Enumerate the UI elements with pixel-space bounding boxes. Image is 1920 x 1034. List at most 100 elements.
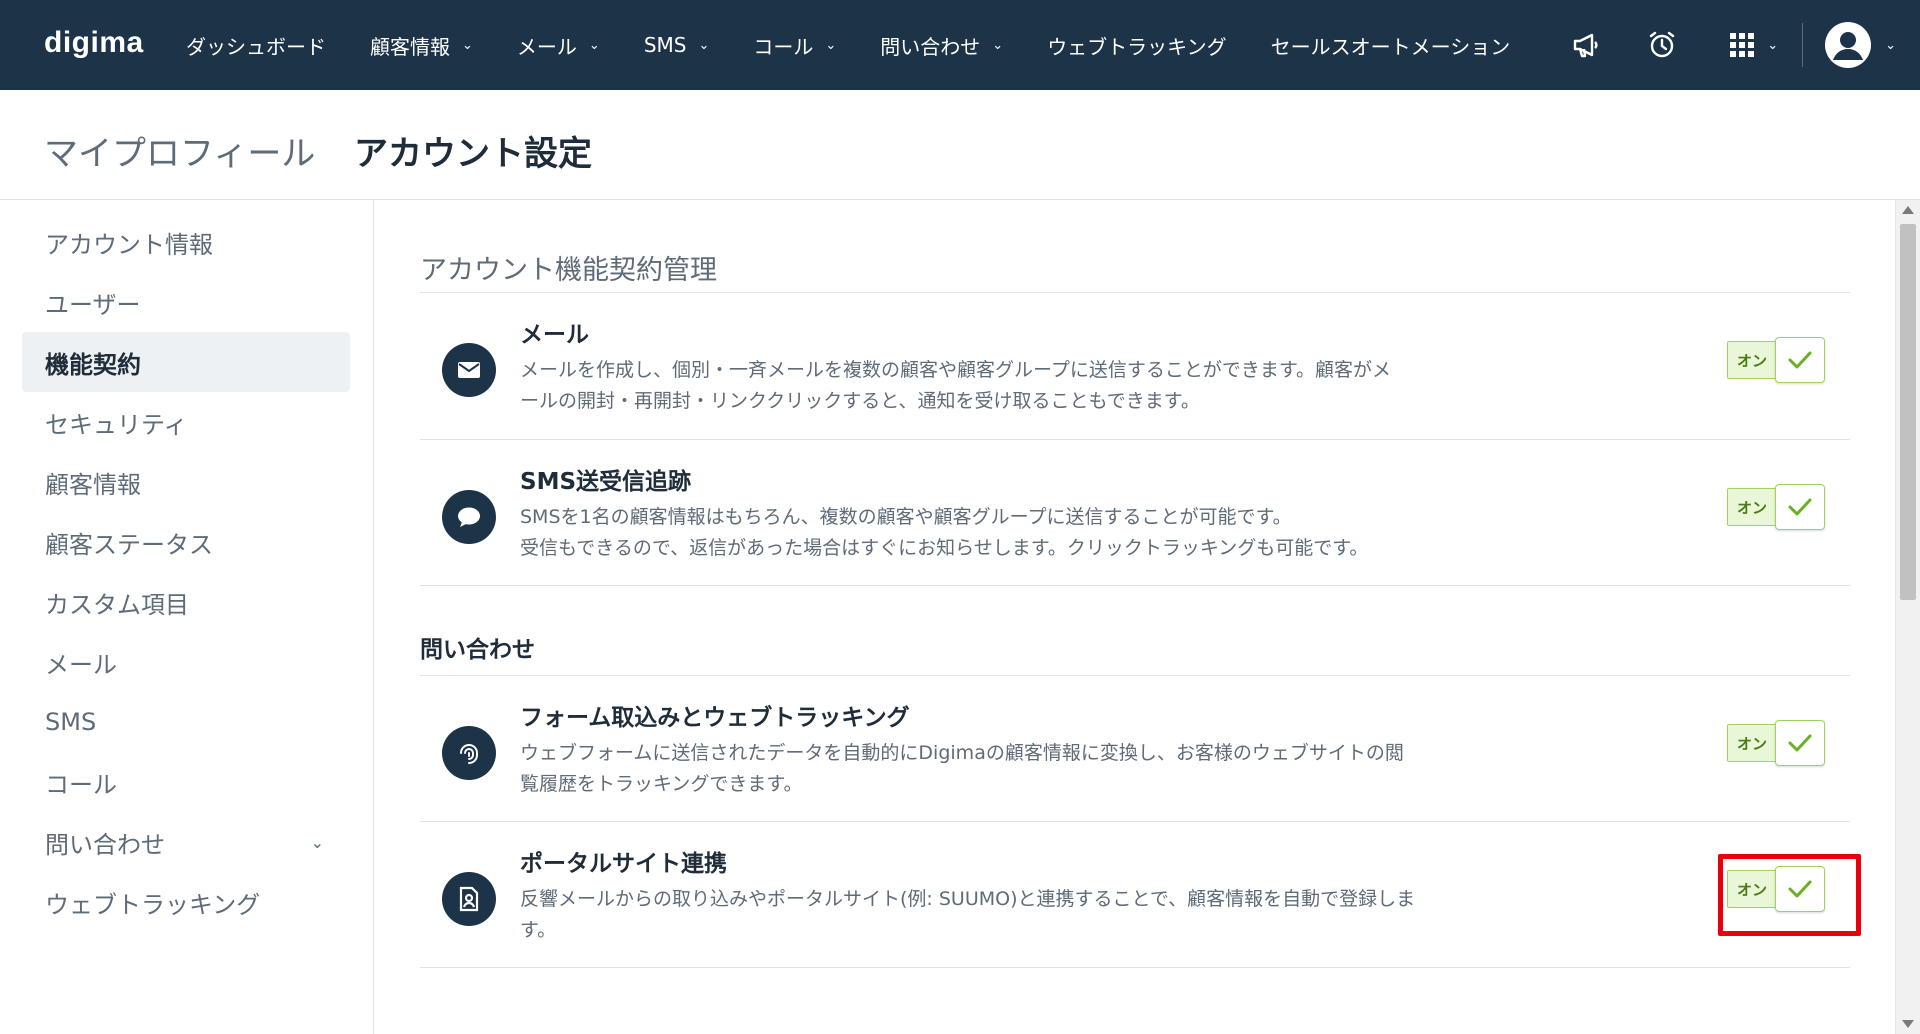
- main-content: アカウント機能契約管理 メール メールを作成し、個別・一斉メールを複数の顧客や顧…: [375, 200, 1895, 1034]
- nav-item-call[interactable]: コール ⌄: [753, 31, 836, 60]
- user-avatar-icon[interactable]: ⌄: [1825, 22, 1896, 68]
- feature-desc-line: メールを作成し、個別・一斉メールを複数の顧客や顧客グループに送信することができま…: [520, 359, 1391, 381]
- sidebar-item-label: 問い合わせ: [45, 830, 165, 859]
- check-icon: [1775, 337, 1825, 383]
- group-title-inquiries: 問い合わせ: [420, 637, 535, 663]
- scrollbar-thumb[interactable]: [1900, 224, 1916, 600]
- feature-desc-line: 反響メールからの取り込みやポータルサイト(例: SUUMO)と連携することで、顧…: [520, 888, 1416, 910]
- feature-row-mail: メール メールを作成し、個別・一斉メールを複数の顧客や顧客グループに送信すること…: [420, 293, 1850, 438]
- feature-description: メールを作成し、個別・一斉メールを複数の顧客や顧客グループに送信することができま…: [520, 355, 1520, 417]
- logo-text: digima: [44, 26, 144, 59]
- sidebar-item-label: コール: [45, 770, 117, 799]
- nav-label: 顧客情報: [370, 34, 450, 59]
- sidebar-item-label: ウェブトラッキング: [45, 890, 261, 919]
- feature-row-form-web-tracking: フォーム取込みとウェブトラッキング ウェブフォームに送信されたデータを自動的にD…: [420, 676, 1850, 821]
- feature-title: メール: [520, 322, 589, 348]
- feature-description: SMSを1名の顧客情報はもちろん、複数の顧客や顧客グループに送信することが可能で…: [520, 502, 1520, 564]
- check-icon: [1775, 866, 1825, 912]
- feature-desc-line: ールの開封・再開封・リンククリックすると、通知を受け取ることもできます。: [520, 390, 1200, 412]
- nav-item-inquiries[interactable]: 問い合わせ ⌄: [880, 31, 1003, 60]
- nav-icon-group: ⌄ ⌄: [1571, 0, 1920, 90]
- sidebar-item-label: SMS: [45, 708, 97, 736]
- main-menu: ダッシュボード 顧客情報 ⌄ メール ⌄ SMS ⌄ コール ⌄ 問い合わせ ⌄ ウェブト…: [186, 0, 1554, 90]
- sidebar-item-custom-fields[interactable]: カスタム項目: [22, 572, 350, 632]
- divider: [420, 585, 1850, 586]
- sidebar-item-security[interactable]: セキュリティ: [22, 392, 350, 452]
- feature-description: 反響メールからの取り込みやポータルサイト(例: SUUMO)と連携することで、顧…: [520, 884, 1520, 946]
- nav-label: ダッシュボード: [186, 34, 326, 59]
- feature-desc-line: SMSを1名の顧客情報はもちろん、複数の顧客や顧客グループに送信することが可能で…: [520, 506, 1292, 528]
- sidebar-item-customer-status[interactable]: 顧客ステータス: [22, 512, 350, 572]
- feature-desc-line: ウェブフォームに送信されたデータを自動的にDigimaの顧客情報に変換し、お客様…: [520, 742, 1404, 764]
- toggle-on-label: オン: [1727, 488, 1777, 526]
- vertical-scrollbar[interactable]: [1895, 200, 1920, 1034]
- apps-grid-icon[interactable]: ⌄: [1729, 32, 1778, 58]
- sms-feature-toggle[interactable]: オン: [1727, 484, 1825, 530]
- sidebar-item-sms[interactable]: SMS: [22, 692, 350, 752]
- nav-item-web-tracking[interactable]: ウェブトラッキング: [1047, 31, 1226, 60]
- sidebar-item-customer-info[interactable]: 顧客情報: [22, 452, 350, 512]
- check-icon: [1775, 484, 1825, 530]
- chat-bubble-icon: [442, 490, 496, 544]
- nav-label: SMS: [643, 33, 687, 57]
- tab-account-settings[interactable]: アカウント設定: [354, 126, 592, 175]
- nav-label: メール: [516, 34, 577, 59]
- sidebar-item-label: 顧客情報: [45, 470, 141, 499]
- toggle-on-label: オン: [1727, 724, 1777, 762]
- sidebar-item-web-tracking[interactable]: ウェブトラッキング: [22, 872, 350, 932]
- top-navigation-bar: digima ダッシュボード 顧客情報 ⌄ メール ⌄ SMS ⌄ コール ⌄ 問い合わ…: [0, 0, 1920, 90]
- nav-item-dashboard[interactable]: ダッシュボード: [186, 31, 326, 60]
- check-icon: [1775, 720, 1825, 766]
- feature-desc-line: 受信もできるので、返信があった場合はすぐにお知らせします。クリックトラッキングも…: [520, 537, 1369, 559]
- envelope-icon: [442, 343, 496, 397]
- digima-logo[interactable]: digima: [44, 26, 144, 60]
- sidebar-item-call[interactable]: コール: [22, 752, 350, 812]
- chevron-down-icon: ⌄: [1767, 37, 1779, 53]
- divider: [420, 967, 1850, 968]
- feature-title: ポータルサイト連携: [520, 851, 727, 877]
- chevron-down-icon: ⌄: [1885, 37, 1896, 53]
- chevron-down-icon: ⌄: [825, 37, 837, 53]
- mail-feature-toggle[interactable]: オン: [1727, 337, 1825, 383]
- sidebar-item-label: セキュリティ: [45, 410, 188, 439]
- nav-item-sms[interactable]: SMS ⌄: [644, 33, 710, 57]
- feature-row-sms: SMS送受信追跡 SMSを1名の顧客情報はもちろん、複数の顧客や顧客グループに送…: [420, 440, 1850, 585]
- toggle-on-label: オン: [1727, 341, 1777, 379]
- feature-description: ウェブフォームに送信されたデータを自動的にDigimaの顧客情報に変換し、お客様…: [520, 738, 1520, 800]
- sidebar-item-label: メール: [45, 650, 117, 679]
- nav-item-sales-automation[interactable]: セールスオートメーション: [1271, 31, 1511, 60]
- sidebar-item-feature-contracts[interactable]: 機能契約: [22, 332, 350, 392]
- nav-label: セールスオートメーション: [1270, 34, 1511, 59]
- nav-label: コール: [753, 34, 814, 59]
- scroll-up-arrow-icon[interactable]: [1902, 206, 1914, 214]
- settings-sidebar: アカウント情報 ユーザー 機能契約 セキュリティ 顧客情報 顧客ステータス カス…: [0, 200, 374, 1034]
- feature-desc-line: 覧履歴をトラッキングできます。: [520, 773, 803, 795]
- scroll-down-arrow-icon[interactable]: [1902, 1020, 1914, 1028]
- nav-item-customers[interactable]: 顧客情報 ⌄: [370, 31, 473, 60]
- sidebar-item-account-info[interactable]: アカウント情報: [22, 212, 350, 272]
- sidebar-item-mail[interactable]: メール: [22, 632, 350, 692]
- sidebar-item-label: 顧客ステータス: [45, 530, 213, 559]
- toggle-on-label: オン: [1727, 870, 1777, 908]
- nav-label: ウェブトラッキング: [1047, 34, 1227, 59]
- tab-my-profile[interactable]: マイプロフィール: [44, 126, 315, 175]
- sidebar-item-label: ユーザー: [45, 290, 141, 319]
- fingerprint-icon: [442, 726, 496, 780]
- sidebar-item-users[interactable]: ユーザー: [22, 272, 350, 332]
- chevron-down-icon: ⌄: [992, 37, 1004, 53]
- form-web-tracking-toggle[interactable]: オン: [1727, 720, 1825, 766]
- megaphone-icon[interactable]: [1571, 30, 1601, 60]
- feature-title: フォーム取込みとウェブトラッキング: [520, 705, 910, 731]
- sidebar-item-label: カスタム項目: [45, 590, 189, 619]
- sidebar-item-label: アカウント情報: [45, 230, 213, 259]
- nav-item-mail[interactable]: メール ⌄: [517, 31, 600, 60]
- section-title: アカウント機能契約管理: [420, 255, 717, 286]
- sidebar-item-inquiries[interactable]: 問い合わせ ⌄: [22, 812, 350, 872]
- alarm-clock-icon[interactable]: [1647, 30, 1677, 60]
- sidebar-item-label: 機能契約: [45, 350, 141, 379]
- nav-label: 問い合わせ: [880, 34, 981, 59]
- feature-row-portal-site: ポータルサイト連携 反響メールからの取り込みやポータルサイト(例: SUUMO)…: [420, 822, 1861, 967]
- feature-desc-line: す。: [520, 919, 557, 941]
- portal-site-toggle[interactable]: オン: [1727, 866, 1825, 912]
- page-header: マイプロフィール アカウント設定: [0, 90, 1920, 200]
